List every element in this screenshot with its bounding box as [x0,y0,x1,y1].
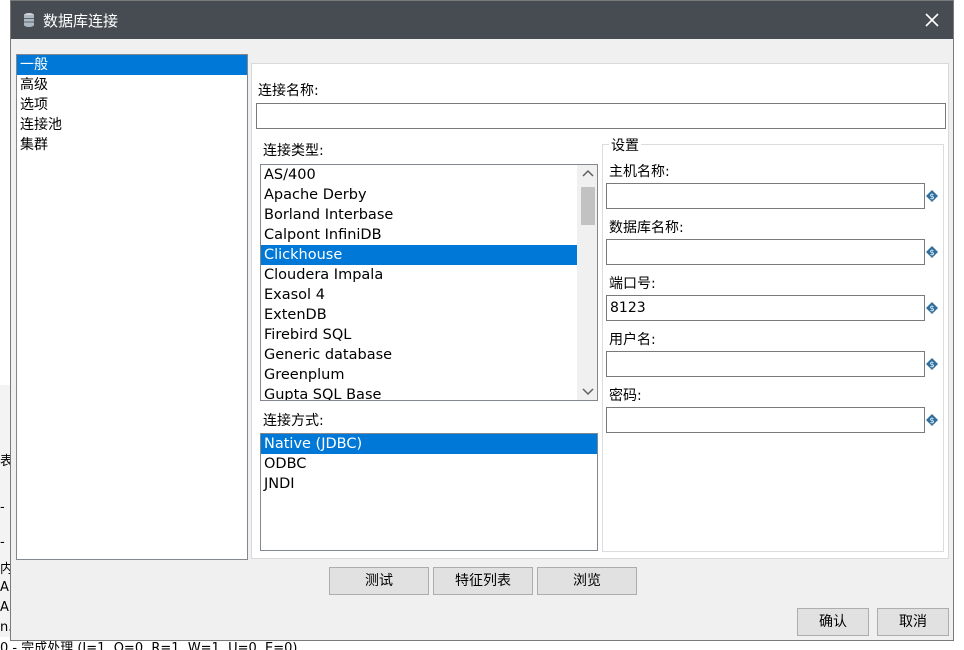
username-label: 用户名: [609,332,656,348]
list-item[interactable]: Gupta SQL Base [261,385,577,400]
nav-item-options[interactable]: 选项 [17,95,247,115]
connection-type-label: 连接类型: [263,143,324,159]
svg-text:$: $ [929,192,934,201]
background-fragment: A [0,580,9,595]
list-item[interactable]: ODBC [261,454,597,474]
svg-text:$: $ [929,360,934,369]
general-panel: 连接名称: 连接类型: AS/400 Apache Derby Borland … [251,63,949,559]
background-fragment: A [0,600,9,615]
list-item[interactable]: Calpont InfiniDB [261,225,577,245]
port-label: 端口号: [609,276,656,292]
nav-list[interactable]: 一般 高级 选项 连接池 集群 [16,54,248,560]
ok-button[interactable]: 确认 [797,608,869,636]
host-name-label: 主机名称: [609,164,670,180]
close-icon[interactable] [919,7,945,33]
dialog-title: 数据库连接 [43,12,119,30]
database-connection-dialog: 数据库连接 一般 高级 选项 连接池 集群 连接名称: 连接类型: AS/400… [10,0,954,641]
port-input[interactable] [606,295,925,321]
list-item[interactable]: JNDI [261,474,597,494]
list-item[interactable]: Exasol 4 [261,285,577,305]
scroll-up-icon[interactable] [578,165,598,183]
cancel-button[interactable]: 取消 [877,608,949,636]
variable-icon[interactable]: $ [926,190,938,202]
settings-group-title: 设置 [609,135,641,155]
nav-item-general[interactable]: 一般 [17,55,247,75]
svg-text:$: $ [929,416,934,425]
nav-item-advanced[interactable]: 高级 [17,75,247,95]
list-item[interactable]: Firebird SQL [261,325,577,345]
feature-list-button[interactable]: 特征列表 [433,567,533,595]
variable-icon[interactable]: $ [926,414,938,426]
nav-item-clustering[interactable]: 集群 [17,135,247,155]
database-name-input[interactable] [606,239,925,265]
username-input[interactable] [606,351,925,377]
password-label: 密码: [609,388,642,404]
variable-icon[interactable]: $ [926,302,938,314]
list-item-selected[interactable]: Native (JDBC) [261,434,597,454]
connection-type-list[interactable]: AS/400 Apache Derby Borland Interbase Ca… [260,164,598,401]
list-item[interactable]: ExtenDB [261,305,577,325]
list-item[interactable]: Greenplum [261,365,577,385]
database-name-label: 数据库名称: [609,220,684,236]
password-input[interactable] [606,407,925,433]
variable-icon[interactable]: $ [926,358,938,370]
variable-icon[interactable]: $ [926,246,938,258]
access-method-list[interactable]: Native (JDBC) ODBC JNDI [260,433,598,551]
vertical-scrollbar[interactable] [577,165,597,400]
list-item[interactable]: Borland Interbase [261,205,577,225]
database-icon [24,13,34,27]
list-item[interactable]: Apache Derby [261,185,577,205]
host-name-input[interactable] [606,183,925,209]
nav-item-pooling[interactable]: 连接池 [17,115,247,135]
svg-text:$: $ [929,304,934,313]
scroll-down-icon[interactable] [578,382,598,400]
list-item[interactable]: Cloudera Impala [261,265,577,285]
explore-button[interactable]: 浏览 [537,567,637,595]
list-item[interactable]: Generic database [261,345,577,365]
connection-name-label: 连接名称: [258,83,319,99]
title-bar[interactable]: 数据库连接 [11,1,953,39]
access-method-label: 连接方式: [263,413,324,429]
scroll-thumb[interactable] [581,187,595,225]
list-item-selected[interactable]: Clickhouse [261,245,577,265]
list-item[interactable]: AS/400 [261,165,577,185]
test-button[interactable]: 测试 [329,567,429,595]
connection-name-input[interactable] [256,103,946,129]
svg-text:$: $ [929,248,934,257]
